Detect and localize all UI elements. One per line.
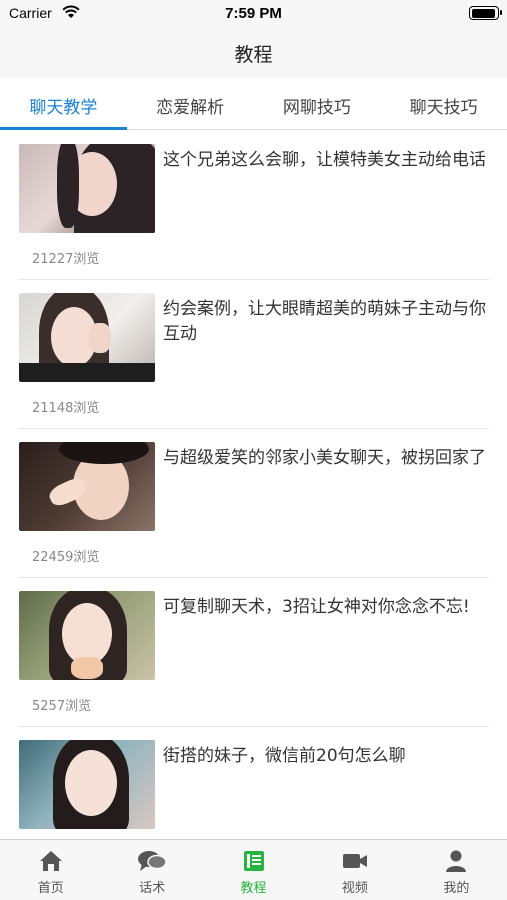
article-title: 街搭的妹子，微信前20句怎么聊 [163,746,406,766]
view-count: 22459浏览 [32,550,100,565]
article-list[interactable]: 这个兄弟这么会聊，让模特美女主动给电话 21227浏览 约会案例，让大眼睛超美的… [0,131,507,839]
article-thumbnail [19,442,155,531]
tab-mine[interactable]: 我的 [406,840,507,900]
tab-label: 话术 [139,881,166,896]
tab-online-chat-tips[interactable]: 网聊技巧 [254,78,381,129]
list-item[interactable]: 与超级爱笑的邻家小美女聊天，被拐回家了 22459浏览 [18,429,489,578]
clock: 7:59 PM [225,5,282,22]
tab-label: 视频 [341,881,368,896]
active-tab-indicator [0,127,127,130]
chat-bubbles-icon [138,851,167,871]
battery-icon [469,6,502,20]
article-thumbnail [19,144,155,233]
article-thumbnail [19,740,155,829]
tab-label: 聊天技巧 [409,98,478,118]
list-item[interactable]: 这个兄弟这么会聊，让模特美女主动给电话 21227浏览 [18,131,489,280]
view-count: 21227浏览 [32,252,100,267]
tab-label: 首页 [37,881,64,896]
article-thumbnail [19,591,155,680]
tab-label: 网聊技巧 [282,98,351,118]
tab-love-analysis[interactable]: 恋爱解析 [127,78,254,129]
article-title: 约会案例，让大眼睛超美的萌妹子主动与你互动 [163,299,486,344]
article-title: 可复制聊天术，3招让女神对你念念不忘! [163,597,470,617]
navigation-bar: 教程 [0,28,507,78]
tab-label: 我的 [443,881,470,896]
tab-scripts[interactable]: 话术 [101,840,202,900]
bottom-tab-bar: 首页 话术 教程 视频 我的 [0,839,507,900]
home-icon [39,851,62,871]
tab-videos[interactable]: 视频 [304,840,405,900]
article-title: 与超级爱笑的邻家小美女聊天，被拐回家了 [163,448,486,468]
video-camera-icon [342,854,367,868]
tab-label: 教程 [240,881,267,896]
list-item[interactable]: 约会案例，让大眼睛超美的萌妹子主动与你互动 21148浏览 [18,280,489,429]
tab-home[interactable]: 首页 [0,840,101,900]
tab-tutorials[interactable]: 教程 [203,840,304,900]
tab-label: 聊天教学 [29,98,98,118]
list-icon [243,851,264,871]
tab-chat-tips[interactable]: 聊天技巧 [380,78,507,129]
article-thumbnail [19,293,155,382]
view-count: 21148浏览 [32,401,100,416]
person-icon [446,850,467,872]
tab-chat-teaching[interactable]: 聊天教学 [0,78,127,130]
article-title: 这个兄弟这么会聊，让模特美女主动给电话 [163,150,486,170]
view-count: 5257浏览 [32,699,92,714]
category-tabs: 聊天教学 恋爱解析 网聊技巧 聊天技巧 [0,78,507,130]
list-item[interactable]: 街搭的妹子，微信前20句怎么聊 [18,727,489,839]
page-title: 教程 [234,44,273,66]
tab-label: 恋爱解析 [156,98,225,118]
status-bar: Carrier 7:59 PM [0,0,507,28]
list-item[interactable]: 可复制聊天术，3招让女神对你念念不忘! 5257浏览 [18,578,489,727]
